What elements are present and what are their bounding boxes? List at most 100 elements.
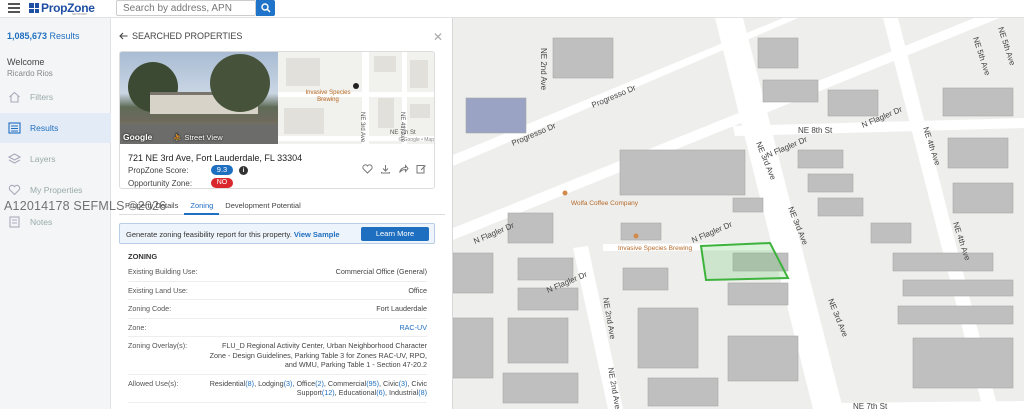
mini-map-credit: © Google • Map [398, 137, 434, 143]
building [912, 337, 1014, 389]
propzone-score-badge: 9.3 [211, 165, 233, 175]
street-view-label[interactable]: ⛹ Street View [173, 133, 223, 142]
property-card[interactable]: Google ⛹ Street View Invasive Species Br… [119, 51, 435, 189]
building [465, 97, 527, 134]
heart-icon [7, 183, 21, 197]
back-arrow-icon[interactable] [119, 32, 128, 40]
building [637, 307, 699, 369]
row-value: Fort Lauderdale [376, 304, 427, 313]
feasibility-banner: Generate zoning feasibility report for t… [119, 223, 435, 244]
opportunity-zone-badge: NO [211, 178, 233, 188]
map-poi-label[interactable]: Invasive Species Brewing [618, 245, 692, 252]
building [897, 305, 1014, 325]
opportunity-zone-label: Opportunity Zone: [128, 179, 193, 188]
row-value: Commercial Office (General) [335, 267, 427, 276]
allowed-use-count[interactable]: (8) [418, 388, 427, 397]
view-sample-link[interactable]: View Sample [294, 230, 340, 239]
zone-link[interactable]: RAC-UV [206, 323, 427, 333]
map-street-label: NE 3rd Ave [826, 297, 850, 338]
building [757, 37, 799, 69]
building [622, 267, 669, 291]
row-label: Existing Land Use: [128, 285, 188, 295]
share-icon[interactable] [397, 163, 409, 175]
logo-subtext: NETWORK [72, 12, 88, 16]
brewery-poi-icon[interactable] [633, 233, 639, 239]
info-icon[interactable]: i [239, 166, 248, 175]
mini-map-street-label: NE 7th St [390, 130, 416, 136]
building [507, 317, 569, 364]
mini-map-block [410, 60, 428, 88]
map-street-label: NE 5th Ave [971, 36, 992, 77]
sidebar-item-results[interactable]: Results [0, 113, 111, 143]
building [807, 173, 854, 193]
row-label: Zoning Code: [128, 304, 172, 313]
map-street-label: NE 5th Ave [996, 26, 1017, 67]
map-canvas[interactable]: N Flagler Dr N Flagler Dr N Flagler Dr N Fl… [453, 18, 1024, 409]
mini-map-street-label: NE 3rd Ave [359, 112, 365, 143]
allowed-use-count[interactable]: (3) [399, 379, 408, 388]
google-logo: Google [123, 132, 153, 142]
learn-more-button[interactable]: Learn More [361, 227, 429, 241]
sidebar-item-label: My Properties [30, 185, 83, 195]
map-svg[interactable]: N Flagler DrN Flagler DrN Flagler DrN Fl… [453, 18, 1024, 409]
allowed-use-count[interactable]: (8) [245, 379, 254, 388]
row-value: Office [408, 285, 427, 295]
mini-map-block [378, 98, 394, 128]
allowed-use-count[interactable]: (6) [376, 388, 385, 397]
sidebar-item-filters[interactable]: Filters [0, 82, 111, 112]
search-input[interactable]: Search by address, APN [116, 0, 256, 16]
allowed-use-count[interactable]: (12) [322, 388, 335, 397]
username: Ricardo Rios [7, 69, 53, 78]
sidebar: 1,085,673 Results Welcome Ricardo Rios F… [0, 18, 111, 409]
building [647, 377, 719, 407]
building [870, 222, 912, 244]
building [947, 137, 1009, 169]
favorite-heart-icon[interactable] [361, 163, 373, 175]
sidebar-item-layers[interactable]: Layers [0, 144, 111, 174]
coffee-poi-icon[interactable] [562, 190, 568, 196]
download-icon[interactable] [379, 163, 391, 175]
map-street-label: N Flagler Dr [690, 220, 734, 245]
building [732, 197, 764, 213]
street-view-image[interactable]: Google ⛹ Street View [120, 52, 278, 144]
edit-icon[interactable] [415, 163, 427, 175]
map-buildings [453, 37, 1014, 407]
allowed-use-count[interactable]: (3) [284, 379, 293, 388]
sidebar-item-label: Notes [30, 217, 53, 227]
building [827, 89, 879, 117]
hamburger-menu-icon[interactable] [8, 3, 20, 13]
row-value: FLU_D Regional Activity Center, Urban Ne… [209, 341, 427, 369]
building [517, 257, 574, 281]
building [620, 222, 662, 241]
map-street-label: NE 2nd Ave [539, 48, 548, 91]
zoning-table: Existing Building Use: Commercial Office … [128, 263, 427, 403]
close-icon[interactable]: ✕ [433, 30, 443, 44]
building [762, 79, 819, 103]
tab-development-potential[interactable]: Development Potential [219, 199, 306, 215]
building [942, 87, 1014, 117]
search-icon [260, 3, 271, 13]
building [453, 317, 494, 379]
building [727, 335, 799, 382]
table-row: Existing Land Use: Office [128, 282, 427, 300]
building [797, 149, 844, 169]
sidebar-item-label: Results [30, 123, 59, 133]
table-row: Zoning Overlay(s): FLU_D Regional Activit… [128, 337, 427, 375]
banner-text: Generate zoning feasibility report for t… [126, 230, 292, 239]
mini-map-block [286, 58, 320, 86]
allowed-use-count[interactable]: (2) [315, 379, 324, 388]
map-street-label: NE 7th St [853, 402, 888, 409]
mini-map[interactable]: Invasive Species Brewing NE 3rd Ave NE 4… [278, 52, 434, 144]
building [727, 282, 789, 306]
row-label: Existing Building Use: [128, 267, 198, 276]
map-poi-label[interactable]: Wolfa Coffee Company [571, 200, 639, 207]
building [952, 182, 1014, 214]
allowed-use-count[interactable]: (95) [366, 379, 379, 388]
search-button[interactable] [256, 0, 275, 16]
panel-header: SEARCHED PROPERTIES [119, 31, 242, 41]
building [892, 252, 994, 272]
result-count[interactable]: 1,085,673 Results [7, 31, 80, 41]
tab-zoning[interactable]: Zoning [184, 199, 220, 215]
home-icon [7, 90, 21, 104]
mls-watermark: A12014178 SEFMLS ©2026 [4, 199, 167, 213]
